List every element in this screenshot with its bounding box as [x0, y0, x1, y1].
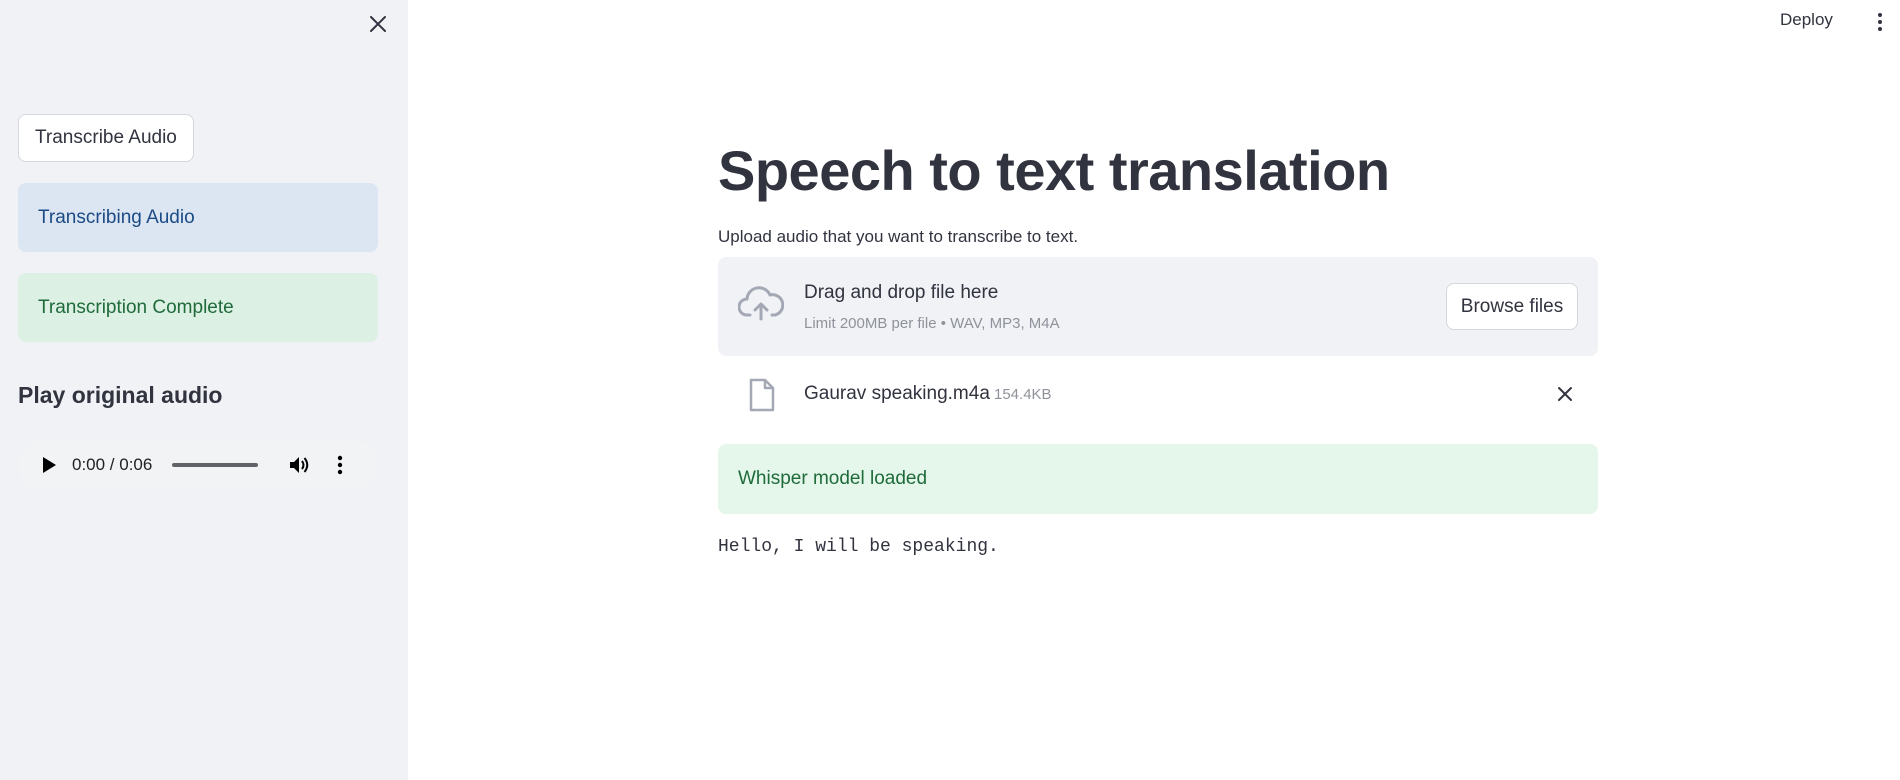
uploaded-file-name: Gaurav speaking.m4a	[804, 383, 990, 404]
transcribe-audio-button[interactable]: Transcribe Audio	[18, 114, 194, 162]
sidebar-close-button[interactable]	[364, 10, 392, 38]
sidebar: Transcribe Audio Transcribing Audio Tran…	[0, 0, 408, 780]
transcribing-info-alert: Transcribing Audio	[18, 183, 378, 252]
cloud-upload-icon	[738, 286, 784, 321]
page-title: Speech to text translation	[718, 139, 1390, 202]
transcription-output: Hello, I will be speaking.	[718, 537, 999, 557]
dropzone-limit-text: Limit 200MB per file • WAV, MP3, M4A	[804, 315, 1060, 332]
audio-progress-slider[interactable]	[172, 463, 259, 467]
dropzone-title: Drag and drop file here	[804, 282, 999, 303]
play-audio-heading: Play original audio	[18, 382, 223, 408]
more-vertical-icon	[1878, 13, 1882, 31]
remove-file-button[interactable]	[1553, 382, 1577, 406]
file-icon	[749, 378, 775, 412]
audio-time-display: 0:00 / 0:06	[72, 455, 153, 474]
audio-more-button[interactable]	[328, 453, 352, 477]
close-icon	[370, 16, 386, 32]
audio-play-button[interactable]	[38, 454, 60, 476]
more-vertical-icon	[338, 455, 343, 475]
transcription-complete-alert: Transcription Complete	[18, 273, 378, 342]
uploader-label: Upload audio that you want to transcribe…	[718, 227, 1079, 246]
volume-icon	[290, 457, 309, 473]
audio-player: 0:00 / 0:06	[18, 440, 378, 490]
model-loaded-alert: Whisper model loaded	[718, 444, 1598, 514]
browse-files-button[interactable]: Browse files	[1446, 283, 1578, 330]
close-icon	[1558, 387, 1572, 401]
play-icon	[43, 457, 56, 473]
main-menu-button[interactable]	[1868, 10, 1892, 34]
audio-volume-button[interactable]	[288, 453, 312, 477]
uploaded-file-row: Gaurav speaking.m4a 154.4KB	[718, 370, 1598, 418]
file-dropzone[interactable]: Drag and drop file here Limit 200MB per …	[718, 257, 1598, 356]
deploy-button[interactable]: Deploy	[1780, 10, 1833, 34]
uploaded-file-size: 154.4KB	[994, 386, 1052, 403]
